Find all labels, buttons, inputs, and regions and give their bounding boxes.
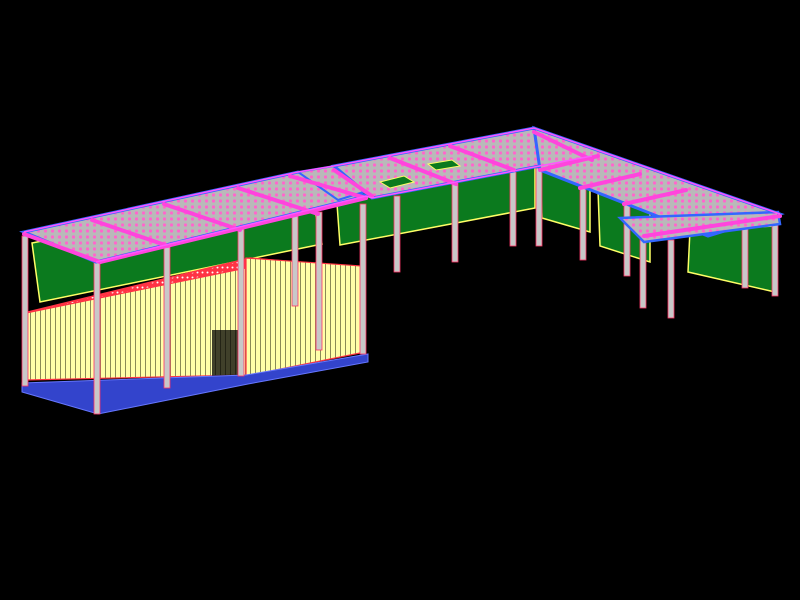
green-wall-right-end [687,225,776,293]
container-door-opening [212,330,238,378]
cad-viewport[interactable] [0,0,800,600]
isometric-structure-drawing [19,125,785,415]
